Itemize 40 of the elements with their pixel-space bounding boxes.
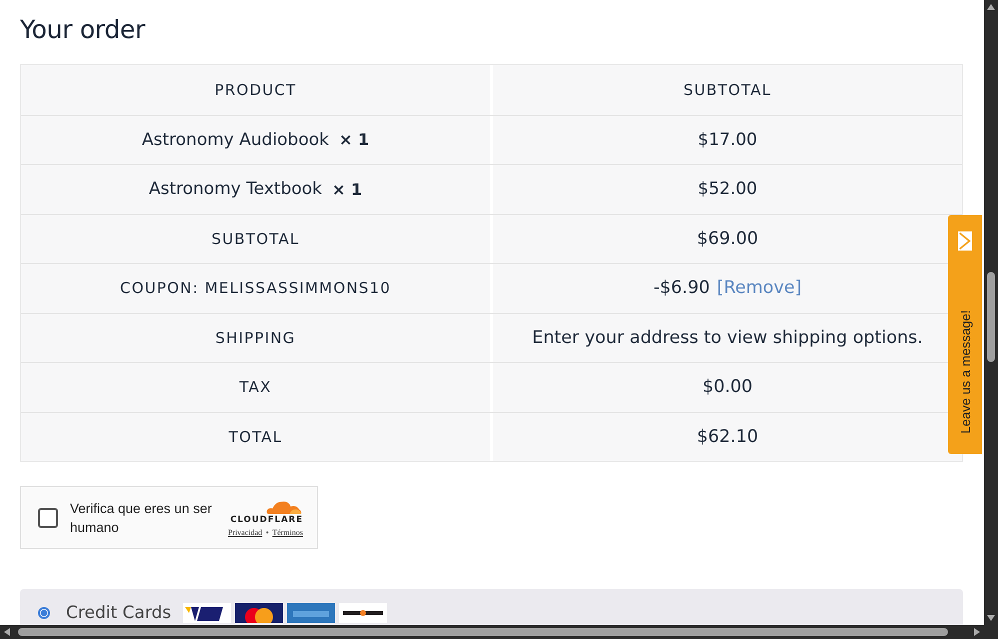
- total-value: -$6.90: [653, 278, 710, 298]
- card-logo-icon: [287, 603, 336, 623]
- vertical-scrollbar[interactable]: [984, 0, 998, 625]
- product-name: Astronomy Audiobook: [142, 130, 329, 150]
- total-label: SUBTOTAL: [212, 230, 300, 248]
- scroll-left-icon[interactable]: [4, 628, 10, 636]
- privacy-link[interactable]: Privacidad: [228, 528, 262, 537]
- chat-label: Leave us a message!: [958, 310, 972, 434]
- column-header: PRODUCT: [214, 80, 296, 99]
- brand-name: CLOUDFLARE: [230, 515, 303, 525]
- total-label: TOTAL: [228, 428, 282, 446]
- product-name: Astronomy Textbook: [148, 179, 322, 200]
- card-logo-icon: [183, 603, 232, 623]
- scroll-up-icon[interactable]: [987, 4, 995, 10]
- column-header: SUBTOTAL: [684, 80, 772, 99]
- scrollbar-thumb[interactable]: [18, 628, 948, 636]
- payment-method-label: Credit Cards: [66, 603, 172, 623]
- horizontal-scrollbar[interactable]: [0, 625, 984, 639]
- total-label: COUPON: MELISSASSIMMONS10: [120, 279, 391, 298]
- scrollbar-thumb[interactable]: [987, 272, 995, 362]
- card-logo-icon: [235, 603, 284, 623]
- captcha-label: Verifica que eres un ser humano: [70, 500, 213, 536]
- terms-link[interactable]: Términos: [272, 528, 303, 537]
- item-subtotal: $17.00: [698, 130, 758, 150]
- envelope-icon: [958, 230, 972, 252]
- total-label: SHIPPING: [215, 328, 296, 347]
- total-value: $0.00: [702, 377, 753, 398]
- chat-tab[interactable]: Leave us a message!: [948, 215, 982, 454]
- total-value: $69.00: [696, 228, 758, 249]
- total-value: Enter your address to view shipping options.: [532, 328, 923, 348]
- section-heading: Your order: [20, 15, 146, 44]
- checkbox[interactable]: [38, 508, 58, 528]
- product-quantity: × 1: [339, 130, 370, 150]
- radio-button[interactable]: [38, 607, 50, 619]
- total-value: $62.10: [696, 426, 758, 447]
- item-subtotal: $52.00: [698, 179, 758, 200]
- total-label: TAX: [239, 378, 272, 396]
- card-logo-icon: [339, 603, 388, 623]
- remove-link[interactable]: [Remove]: [716, 278, 802, 298]
- product-quantity: × 1: [332, 180, 362, 199]
